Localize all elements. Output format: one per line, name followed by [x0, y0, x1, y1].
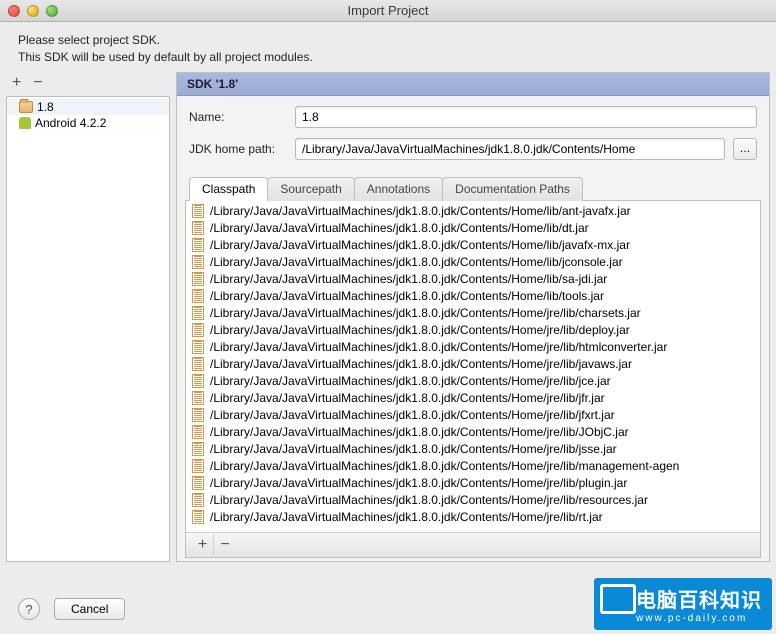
classpath-entry[interactable]: /Library/Java/JavaVirtualMachines/jdk1.8… — [186, 271, 760, 288]
jdk-home-input[interactable] — [295, 138, 725, 160]
jar-icon — [192, 221, 204, 235]
classpath-entry[interactable]: /Library/Java/JavaVirtualMachines/jdk1.8… — [186, 475, 760, 492]
tab-classpath[interactable]: Classpath — [189, 177, 268, 201]
add-sdk-button[interactable]: + — [12, 74, 21, 92]
sdk-name-input[interactable] — [295, 106, 757, 128]
window-title: Import Project — [0, 3, 776, 18]
instructions-line2: This SDK will be used by default by all … — [18, 49, 758, 66]
watermark-url: www.pc-daily.com — [636, 613, 762, 624]
sdk-tree-item-label: 1.8 — [37, 100, 54, 114]
classpath-list[interactable]: /Library/Java/JavaVirtualMachines/jdk1.8… — [186, 201, 760, 532]
classpath-entry[interactable]: /Library/Java/JavaVirtualMachines/jdk1.8… — [186, 424, 760, 441]
jar-icon — [192, 289, 204, 303]
classpath-entry[interactable]: /Library/Java/JavaVirtualMachines/jdk1.8… — [186, 509, 760, 526]
classpath-path: /Library/Java/JavaVirtualMachines/jdk1.8… — [210, 356, 632, 373]
classpath-entry[interactable]: /Library/Java/JavaVirtualMachines/jdk1.8… — [186, 390, 760, 407]
classpath-entry[interactable]: /Library/Java/JavaVirtualMachines/jdk1.8… — [186, 254, 760, 271]
classpath-path: /Library/Java/JavaVirtualMachines/jdk1.8… — [210, 220, 589, 237]
jar-icon — [192, 459, 204, 473]
classpath-entry[interactable]: /Library/Java/JavaVirtualMachines/jdk1.8… — [186, 220, 760, 237]
instructions: Please select project SDK. This SDK will… — [0, 22, 776, 72]
jar-icon — [192, 323, 204, 337]
tab-annotations[interactable]: Annotations — [354, 177, 443, 201]
classpath-path: /Library/Java/JavaVirtualMachines/jdk1.8… — [210, 509, 603, 526]
classpath-path: /Library/Java/JavaVirtualMachines/jdk1.8… — [210, 492, 648, 509]
jar-icon — [192, 442, 204, 456]
cancel-button[interactable]: Cancel — [54, 598, 125, 620]
classpath-path: /Library/Java/JavaVirtualMachines/jdk1.8… — [210, 305, 641, 322]
jar-icon — [192, 374, 204, 388]
classpath-path: /Library/Java/JavaVirtualMachines/jdk1.8… — [210, 203, 631, 220]
tab-sourcepath[interactable]: Sourcepath — [267, 177, 354, 201]
jar-icon — [192, 476, 204, 490]
classpath-path: /Library/Java/JavaVirtualMachines/jdk1.8… — [210, 475, 627, 492]
classpath-entry[interactable]: /Library/Java/JavaVirtualMachines/jdk1.8… — [186, 407, 760, 424]
remove-classpath-button[interactable]: − — [214, 535, 236, 555]
android-icon — [19, 117, 31, 129]
classpath-entry[interactable]: /Library/Java/JavaVirtualMachines/jdk1.8… — [186, 492, 760, 509]
sdk-tree-item[interactable]: 1.8 — [7, 99, 169, 115]
classpath-path: /Library/Java/JavaVirtualMachines/jdk1.8… — [210, 390, 605, 407]
jar-icon — [192, 204, 204, 218]
classpath-path: /Library/Java/JavaVirtualMachines/jdk1.8… — [210, 254, 623, 271]
sdk-tree[interactable]: 1.8 Android 4.2.2 — [6, 96, 170, 562]
classpath-entry[interactable]: /Library/Java/JavaVirtualMachines/jdk1.8… — [186, 339, 760, 356]
home-path-label: JDK home path: — [189, 142, 287, 156]
jar-icon — [192, 425, 204, 439]
classpath-entry[interactable]: /Library/Java/JavaVirtualMachines/jdk1.8… — [186, 322, 760, 339]
name-label: Name: — [189, 110, 287, 124]
help-button[interactable]: ? — [18, 598, 40, 620]
classpath-entry[interactable]: /Library/Java/JavaVirtualMachines/jdk1.8… — [186, 237, 760, 254]
jar-icon — [192, 493, 204, 507]
watermark: 电脑百科知识 www.pc-daily.com — [594, 578, 772, 630]
classpath-path: /Library/Java/JavaVirtualMachines/jdk1.8… — [210, 407, 615, 424]
sdk-detail-panel: SDK '1.8' Name: JDK home path: … Classpa… — [176, 72, 770, 562]
jar-icon — [192, 510, 204, 524]
jar-icon — [192, 272, 204, 286]
classpath-entry[interactable]: /Library/Java/JavaVirtualMachines/jdk1.8… — [186, 203, 760, 220]
jar-icon — [192, 408, 204, 422]
jar-icon — [192, 255, 204, 269]
sdk-tree-item[interactable]: Android 4.2.2 — [7, 115, 169, 131]
tab-bar: ClasspathSourcepathAnnotationsDocumentat… — [177, 177, 769, 201]
jar-icon — [192, 340, 204, 354]
classpath-entry[interactable]: /Library/Java/JavaVirtualMachines/jdk1.8… — [186, 373, 760, 390]
classpath-entry[interactable]: /Library/Java/JavaVirtualMachines/jdk1.8… — [186, 441, 760, 458]
classpath-path: /Library/Java/JavaVirtualMachines/jdk1.8… — [210, 271, 607, 288]
jar-icon — [192, 357, 204, 371]
titlebar: Import Project — [0, 0, 776, 22]
classpath-path: /Library/Java/JavaVirtualMachines/jdk1.8… — [210, 441, 617, 458]
classpath-path: /Library/Java/JavaVirtualMachines/jdk1.8… — [210, 322, 630, 339]
tab-documentation-paths[interactable]: Documentation Paths — [442, 177, 583, 201]
classpath-path: /Library/Java/JavaVirtualMachines/jdk1.8… — [210, 373, 611, 390]
instructions-line1: Please select project SDK. — [18, 32, 758, 49]
classpath-path: /Library/Java/JavaVirtualMachines/jdk1.8… — [210, 288, 604, 305]
watermark-text: 电脑百科知识 — [636, 590, 762, 612]
sdk-list-panel: + − 1.8 Android 4.2.2 — [6, 72, 170, 562]
classpath-path: /Library/Java/JavaVirtualMachines/jdk1.8… — [210, 237, 630, 254]
add-classpath-button[interactable]: + — [192, 535, 214, 555]
folder-icon — [19, 101, 33, 113]
classpath-path: /Library/Java/JavaVirtualMachines/jdk1.8… — [210, 458, 679, 475]
classpath-entry[interactable]: /Library/Java/JavaVirtualMachines/jdk1.8… — [186, 305, 760, 322]
classpath-entry[interactable]: /Library/Java/JavaVirtualMachines/jdk1.8… — [186, 458, 760, 475]
sdk-tree-item-label: Android 4.2.2 — [35, 116, 106, 130]
jar-icon — [192, 391, 204, 405]
browse-button[interactable]: … — [733, 138, 757, 160]
classpath-entry[interactable]: /Library/Java/JavaVirtualMachines/jdk1.8… — [186, 356, 760, 373]
sdk-header: SDK '1.8' — [177, 73, 769, 96]
classpath-path: /Library/Java/JavaVirtualMachines/jdk1.8… — [210, 339, 667, 356]
jar-icon — [192, 238, 204, 252]
classpath-container: /Library/Java/JavaVirtualMachines/jdk1.8… — [185, 200, 761, 558]
remove-sdk-button[interactable]: − — [33, 74, 42, 92]
jar-icon — [192, 306, 204, 320]
classpath-path: /Library/Java/JavaVirtualMachines/jdk1.8… — [210, 424, 629, 441]
classpath-entry[interactable]: /Library/Java/JavaVirtualMachines/jdk1.8… — [186, 288, 760, 305]
